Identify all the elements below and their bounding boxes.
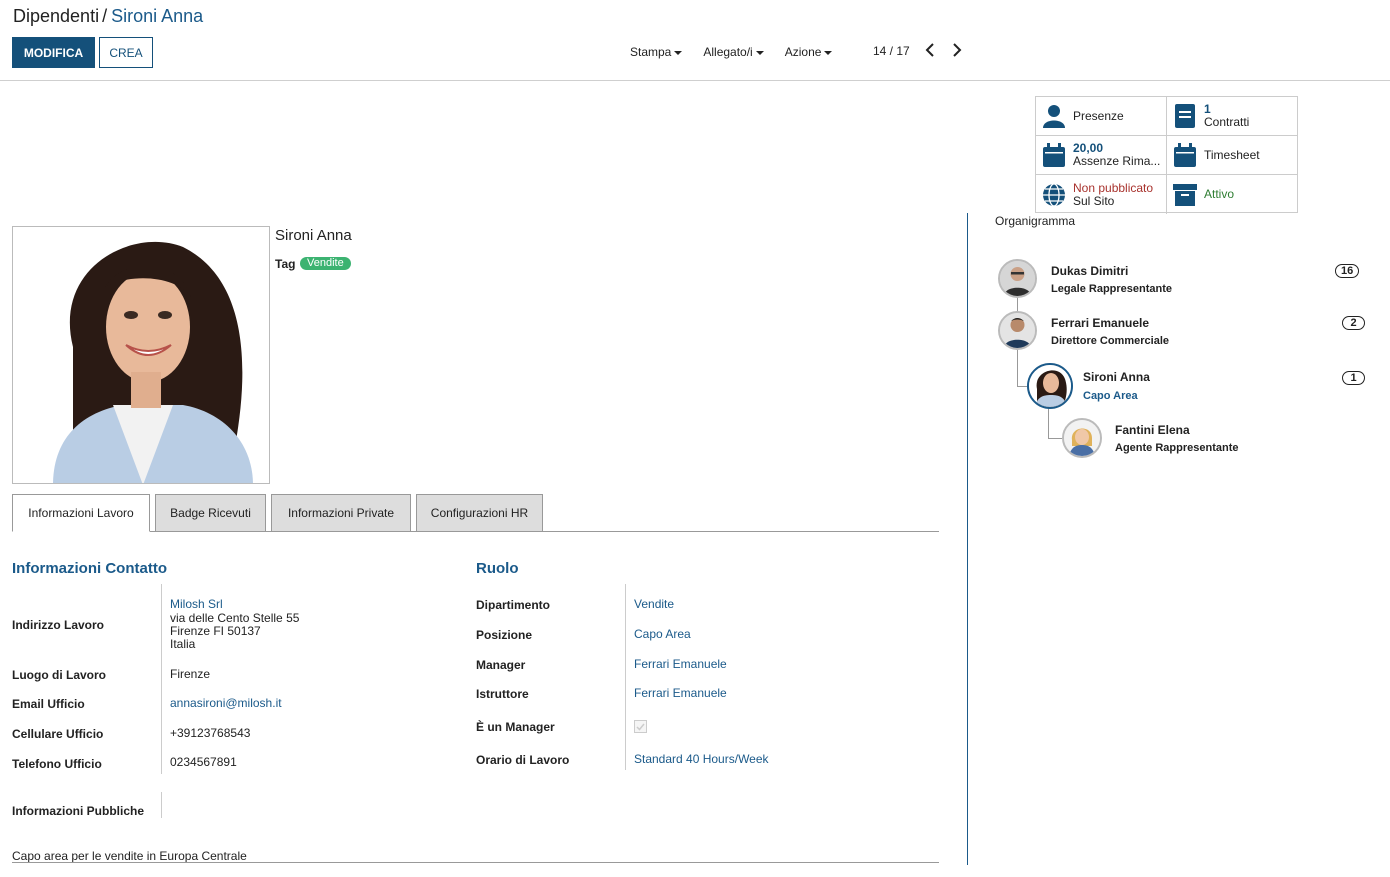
attendance-button[interactable]: Presenze [1036, 97, 1167, 136]
work-phone-label: Telefono Ufficio [12, 757, 102, 771]
org-avatar[interactable] [1062, 418, 1102, 458]
org-node-count[interactable]: 16 [1335, 264, 1360, 278]
org-node-name[interactable]: Sironi Anna [1083, 370, 1150, 384]
work-location-value: Firenze [170, 667, 211, 681]
tab-badges[interactable]: Badge Ricevuti [155, 494, 266, 532]
timesheet-label: Timesheet [1204, 148, 1260, 162]
org-node-job: Agente Rappresentante [1115, 442, 1239, 454]
is-manager-checkbox[interactable] [634, 720, 647, 733]
work-email-label: Email Ufficio [12, 697, 85, 711]
archive-label: Attivo [1204, 188, 1235, 201]
working-hours-link[interactable]: Standard 40 Hours/Week [634, 753, 769, 766]
website-button[interactable]: Non pubblicato Sul Sito [1036, 175, 1167, 214]
pager-value[interactable]: 14 / 17 [873, 44, 910, 58]
coach-link[interactable]: Ferrari Emanuele [634, 687, 727, 700]
timesheet-button[interactable]: Timesheet [1167, 136, 1298, 175]
org-node-count[interactable]: 2 [1342, 316, 1365, 330]
org-avatar[interactable] [1027, 363, 1073, 409]
print-menu[interactable]: Stampa [630, 45, 682, 59]
org-connector [1048, 438, 1062, 439]
user-icon [1042, 104, 1066, 128]
org-node-job: Legale Rappresentante [1051, 283, 1173, 295]
mobile-phone-value: +39123768543 [170, 726, 251, 740]
public-info-column-rule [161, 792, 162, 818]
org-connector [1048, 408, 1049, 438]
globe-icon [1042, 182, 1066, 207]
org-avatar[interactable] [998, 311, 1037, 350]
is-manager-label: È un Manager [476, 720, 555, 734]
create-button[interactable]: CREA [99, 37, 153, 68]
smart-buttons: Presenze 1 Contratti 20,00 Assenze Rima.… [1035, 96, 1298, 214]
breadcrumb: Dipendenti / Sironi Anna [13, 6, 203, 27]
working-hours-label: Orario di Lavoro [476, 753, 570, 767]
tag-badge[interactable]: Vendite [300, 257, 351, 270]
org-node-job: Capo Area [1083, 390, 1138, 402]
department-label: Dipartimento [476, 598, 551, 612]
employee-name: Sironi Anna [275, 227, 352, 244]
work-phone-value: 0234567891 [170, 755, 237, 769]
org-chart-title: Organigramma [995, 214, 1076, 228]
org-node-job: Direttore Commerciale [1051, 335, 1169, 347]
employee-portrait-image [13, 227, 269, 483]
action-menus: Stampa Allegato/i Azione [630, 45, 832, 59]
public-info-underline [12, 862, 939, 863]
mobile-phone-label: Cellulare Ufficio [12, 727, 104, 741]
department-link[interactable]: Vendite [634, 598, 674, 611]
edit-button[interactable]: MODIFICA [12, 37, 95, 68]
org-connector [1017, 386, 1027, 387]
tag-label: Tag [275, 257, 296, 271]
next-icon[interactable] [952, 41, 962, 61]
leaves-label: Assenze Rima... [1073, 154, 1161, 168]
tab-hr-settings[interactable]: Configurazioni HR [416, 494, 543, 532]
work-email-link[interactable]: annasironi@milosh.it [170, 697, 282, 710]
notebook-tabs: Informazioni Lavoro Badge Ricevuti Infor… [12, 494, 939, 532]
calendar-icon [1042, 143, 1066, 167]
breadcrumb-parent[interactable]: Dipendenti [13, 6, 99, 26]
attachment-menu[interactable]: Allegato/i [703, 45, 763, 59]
org-node-name[interactable]: Ferrari Emanuele [1051, 316, 1149, 330]
role-column-rule [625, 584, 626, 770]
check-icon [636, 723, 645, 731]
archive-button[interactable]: Attivo [1167, 175, 1298, 214]
contact-section-title: Informazioni Contatto [12, 560, 167, 577]
org-chart-divider [967, 213, 968, 865]
leaves-button[interactable]: 20,00 Assenze Rima... [1036, 136, 1167, 175]
archive-icon [1173, 183, 1197, 207]
tab-work-info[interactable]: Informazioni Lavoro [12, 494, 150, 532]
work-address-company-link[interactable]: Milosh Srl [170, 598, 223, 611]
contact-column-rule [161, 584, 162, 774]
job-position-label: Posizione [476, 628, 533, 642]
action-menu[interactable]: Azione [785, 45, 833, 59]
tab-private-info[interactable]: Informazioni Private [271, 494, 411, 532]
public-info-label: Informazioni Pubbliche [12, 804, 145, 818]
calendar-icon [1173, 143, 1197, 167]
role-section-title: Ruolo [476, 560, 519, 577]
coach-label: Istruttore [476, 687, 529, 701]
website-label: Sul Sito [1073, 193, 1115, 208]
org-node-name[interactable]: Fantini Elena [1115, 423, 1190, 437]
employee-photo[interactable] [12, 226, 270, 484]
attendance-label: Presenze [1073, 109, 1124, 123]
work-address-country: Italia [170, 637, 196, 651]
org-avatar[interactable] [998, 259, 1037, 298]
previous-icon[interactable] [925, 41, 935, 61]
contracts-label: Contratti [1204, 115, 1250, 129]
org-node-count[interactable]: 1 [1342, 371, 1365, 385]
work-location-label: Luogo di Lavoro [12, 668, 106, 682]
job-position-link[interactable]: Capo Area [634, 628, 691, 641]
org-connector [1017, 350, 1018, 386]
control-panel: Dipendenti / Sironi Anna MODIFICA CREA Sta… [0, 0, 1390, 81]
manager-link[interactable]: Ferrari Emanuele [634, 658, 727, 671]
work-address-label: Indirizzo Lavoro [12, 618, 105, 632]
contracts-button[interactable]: 1 Contratti [1167, 97, 1298, 136]
breadcrumb-current: Sironi Anna [111, 6, 204, 26]
breadcrumb-separator: / [102, 6, 108, 26]
org-node-name[interactable]: Dukas Dimitri [1051, 264, 1128, 278]
manager-label: Manager [476, 658, 526, 672]
org-connector [1017, 298, 1018, 312]
book-icon [1173, 104, 1197, 128]
